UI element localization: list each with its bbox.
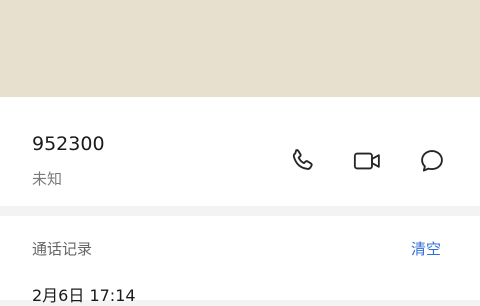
contact-info-card: 952300 未知: [0, 97, 480, 206]
contact-location: 未知: [32, 170, 63, 188]
clear-history-button[interactable]: 清空: [411, 239, 441, 259]
message-button[interactable]: [416, 145, 448, 177]
section-divider: [0, 206, 480, 216]
chat-bubble-icon: [421, 150, 443, 172]
call-history-title: 通话记录: [32, 240, 93, 258]
phone-icon: [292, 149, 313, 170]
call-log-entry-time: 2月6日 17:14: [32, 286, 136, 305]
call-button[interactable]: [287, 145, 319, 177]
video-call-button[interactable]: [352, 145, 384, 177]
video-camera-icon: [353, 152, 380, 170]
contact-header-banner: [0, 0, 480, 97]
call-history-section: 通话记录 清空 2月6日 17:14: [0, 216, 480, 305]
contact-number: 952300: [32, 133, 105, 155]
